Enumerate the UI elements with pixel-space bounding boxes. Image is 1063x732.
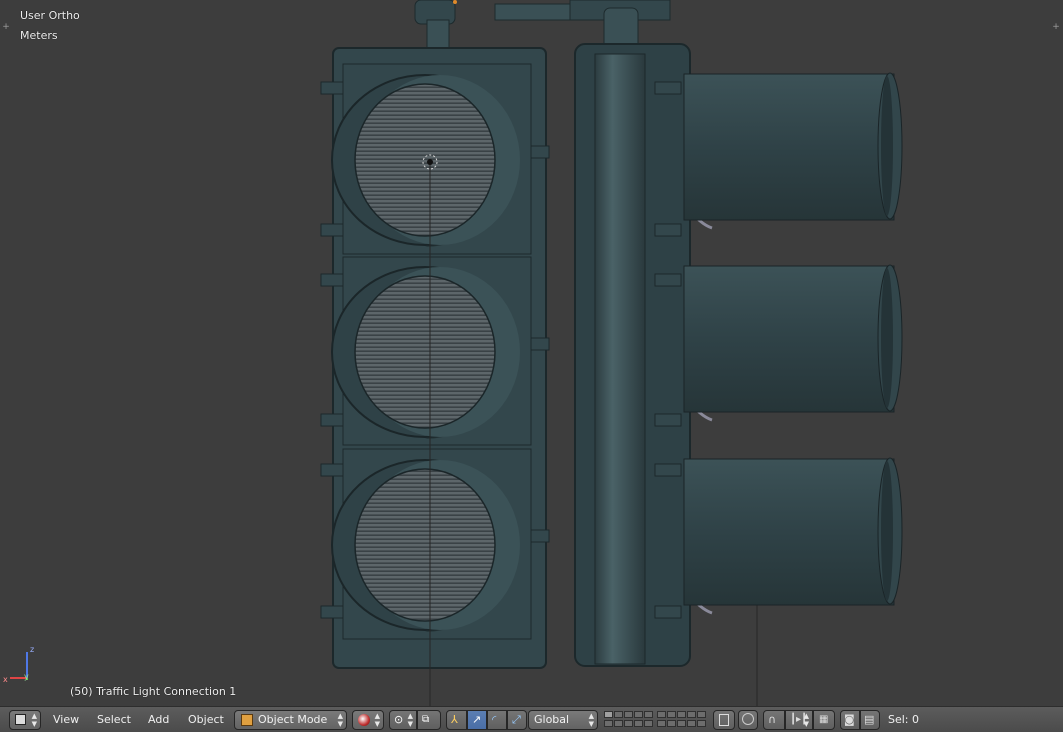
traffic-light-model[interactable]: z x y — [0, 0, 1063, 706]
layer-toggle[interactable] — [687, 711, 696, 718]
lock-camera-button[interactable] — [713, 710, 735, 730]
rotate-manipulator-button[interactable]: ◜ — [487, 710, 507, 730]
layer-toggle[interactable] — [677, 711, 686, 718]
layer-toggle[interactable] — [657, 711, 666, 718]
rotate-icon: ◜ — [492, 713, 497, 726]
signal-visor-2 — [683, 264, 903, 422]
axis-z-label: z — [30, 645, 34, 654]
translate-manipulator-button[interactable]: ↗ — [467, 710, 487, 730]
active-object-label: (50) Traffic Light Connection 1 — [70, 685, 237, 698]
side-signal-housing — [574, 43, 691, 667]
snap-magnet-icon: ∩ — [768, 713, 777, 726]
layer-toggle[interactable] — [644, 711, 653, 718]
opengl-render-button[interactable]: ◙ — [840, 710, 860, 730]
layers-grid-right[interactable] — [657, 711, 707, 729]
pivot-only-origins-button[interactable]: ⧉ — [417, 710, 441, 730]
signal-visor-3 — [683, 457, 903, 615]
region-expand-icon[interactable]: + — [2, 23, 10, 32]
proportional-edit-icon — [742, 713, 754, 725]
axis-x-label: x — [3, 675, 8, 684]
transform-orientation-select[interactable]: Global ▲ ▼ — [528, 710, 598, 730]
layer-toggle[interactable] — [667, 720, 676, 727]
lock-camera-icon — [719, 714, 729, 726]
3d-view-header: ▲ ▼ View Select Add Object Object Mode ▲ ▼… — [0, 706, 1063, 732]
layer-toggle[interactable] — [657, 720, 666, 727]
layer-toggle[interactable] — [614, 720, 623, 727]
opengl-animation-icon: ▤ — [864, 713, 875, 726]
units-label: Meters — [20, 29, 58, 42]
layers-grid-left[interactable] — [604, 711, 654, 729]
3d-viewport[interactable]: z x y User Ortho Meters (50) Traffic Lig… — [0, 0, 1063, 706]
region-expand-right-icon[interactable]: + — [1052, 23, 1060, 32]
translate-icon: ↗ — [472, 713, 482, 726]
viewport-shading-button[interactable]: ▲ ▼ — [352, 710, 384, 730]
selection-status: Sel: 0 — [888, 713, 920, 726]
snap-element-button[interactable]: ┃▸┃ ▲ ▼ — [785, 710, 813, 730]
view-name-label: User Ortho — [20, 9, 80, 22]
3d-view-cube-icon — [15, 714, 26, 725]
layer-toggle[interactable] — [624, 711, 633, 718]
signal-lenses — [331, 74, 520, 632]
transform-orientation-label: Global — [534, 713, 570, 726]
snap-target-button[interactable]: ▦ — [813, 710, 835, 730]
shading-sphere-icon — [358, 714, 370, 726]
signal-lens-2 — [331, 266, 520, 439]
layer-toggle[interactable] — [677, 720, 686, 727]
snap-toggle-button[interactable]: ∩ — [763, 710, 785, 730]
signal-lens-3 — [331, 459, 520, 632]
layer-toggle[interactable] — [604, 720, 613, 727]
scale-manipulator-button[interactable]: ⤢ — [507, 710, 527, 730]
axis-y-label: y — [24, 672, 29, 681]
menu-select[interactable]: Select — [93, 711, 135, 729]
mode-label: Object Mode — [258, 713, 328, 726]
signal-lens-1 — [331, 74, 520, 247]
menu-add[interactable]: Add — [144, 711, 173, 729]
scale-icon: ⤢ — [512, 713, 521, 726]
pivot-point-button[interactable]: ⊙ ▲ ▼ — [389, 710, 417, 730]
opengl-animation-button[interactable]: ▤ — [860, 710, 880, 730]
manipulator-toggle-icon: ⅄ — [451, 713, 458, 726]
signal-visors — [683, 72, 903, 615]
snap-target-icon: ▦ — [819, 714, 829, 725]
opengl-render-icon: ◙ — [844, 713, 855, 726]
editor-type-button[interactable]: ▲ ▼ — [9, 710, 41, 730]
object-mode-cube-icon — [241, 714, 253, 726]
origins-icon: ⧉ — [422, 714, 430, 725]
layer-toggle[interactable] — [624, 720, 633, 727]
menu-view[interactable]: View — [49, 711, 83, 729]
layer-toggle[interactable] — [604, 711, 613, 718]
pivot-point-icon: ⊙ — [394, 713, 404, 726]
layer-toggle[interactable] — [667, 711, 676, 718]
layer-toggle[interactable] — [634, 720, 643, 727]
top-mount-arm — [414, 0, 671, 51]
layer-toggle[interactable] — [697, 720, 706, 727]
axis-gizmo: z x y — [3, 645, 34, 684]
menu-object[interactable]: Object — [184, 711, 228, 729]
layer-toggle[interactable] — [614, 711, 623, 718]
manipulator-toggle-button[interactable]: ⅄ — [446, 710, 467, 730]
layer-toggle[interactable] — [687, 720, 696, 727]
proportional-edit-button[interactable] — [738, 710, 758, 730]
layer-toggle[interactable] — [634, 711, 643, 718]
layer-toggle[interactable] — [644, 720, 653, 727]
mode-selector[interactable]: Object Mode ▲ ▼ — [234, 710, 347, 730]
signal-visor-1 — [683, 72, 903, 230]
layer-toggle[interactable] — [697, 711, 706, 718]
